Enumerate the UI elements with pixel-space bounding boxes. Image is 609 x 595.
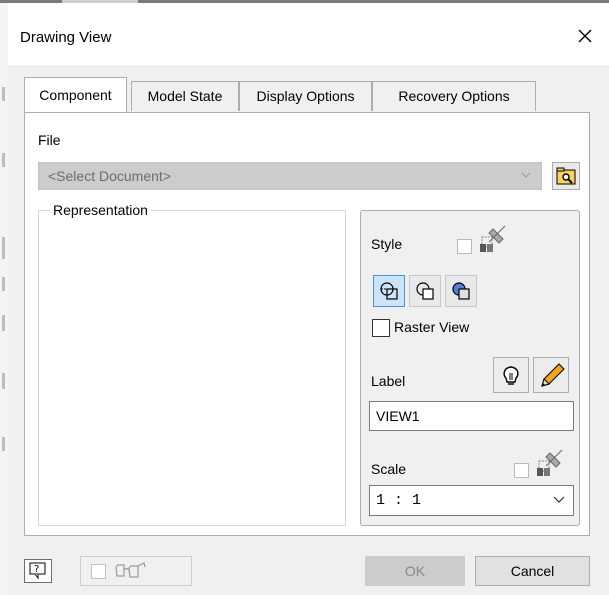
scale-select-value: 1 : 1 [376, 492, 422, 509]
component-tab-panel: File <Select Document> Representation St… [24, 112, 590, 536]
close-button[interactable] [574, 25, 596, 47]
style-link-checkbox[interactable] [457, 239, 472, 254]
label-visibility-button[interactable] [493, 357, 529, 393]
drawing-view-dialog: Drawing View Component Model State Displ… [8, 3, 609, 595]
scale-link-checkbox[interactable] [514, 463, 529, 478]
help-button[interactable]: ? [24, 559, 52, 583]
hidden-line-icon [380, 282, 398, 300]
glasses-icon [115, 562, 146, 578]
chevron-down-icon [521, 172, 531, 178]
preview-toggle-group [80, 556, 192, 586]
file-select[interactable]: <Select Document> [38, 162, 542, 190]
help-icon: ? [29, 562, 46, 580]
scale-select[interactable]: 1 : 1 [369, 485, 574, 516]
style-label: Style [371, 236, 403, 252]
scale-label: Scale [371, 461, 407, 477]
scale-link-icon [537, 449, 563, 476]
hidden-line-removed-style-button[interactable] [409, 275, 441, 307]
lightbulb-icon [503, 366, 519, 385]
raster-view-checkbox[interactable] [372, 319, 390, 337]
hidden-line-removed-icon [416, 282, 434, 300]
style-link-icon [480, 225, 506, 252]
shaded-icon [452, 282, 470, 300]
folder-browse-icon [556, 167, 576, 185]
browse-button[interactable] [552, 162, 580, 190]
pencil-icon [541, 363, 565, 387]
tab-model-state[interactable]: Model State [131, 81, 239, 111]
title-bar: Drawing View [8, 3, 609, 65]
preview-checkbox[interactable] [91, 564, 106, 579]
view-settings-group: Style Raster View Label VIEW1 Scale 1: … [360, 210, 580, 526]
close-icon [578, 29, 592, 43]
tab-display-options[interactable]: Display Options [239, 81, 372, 111]
label-label: Label [371, 373, 406, 389]
dialog-title: Drawing View [20, 29, 112, 46]
representation-group [38, 210, 346, 526]
svg-text:?: ? [34, 564, 39, 575]
chevron-down-icon [553, 496, 565, 503]
tab-recovery-options[interactable]: Recovery Options [372, 81, 536, 111]
view-label-input[interactable]: VIEW1 [369, 401, 574, 431]
raster-view-label: Raster View [394, 319, 470, 335]
cancel-button[interactable]: Cancel [475, 556, 590, 586]
background-left-strip [0, 3, 8, 595]
ok-button[interactable]: OK [365, 556, 465, 586]
label-edit-button[interactable] [533, 357, 569, 393]
shaded-style-button[interactable] [445, 275, 477, 307]
representation-title: Representation [50, 202, 151, 218]
tab-component[interactable]: Component [24, 77, 127, 112]
file-select-value: <Select Document> [48, 168, 171, 184]
file-label: File [38, 132, 61, 148]
hidden-line-style-button[interactable] [373, 275, 405, 307]
